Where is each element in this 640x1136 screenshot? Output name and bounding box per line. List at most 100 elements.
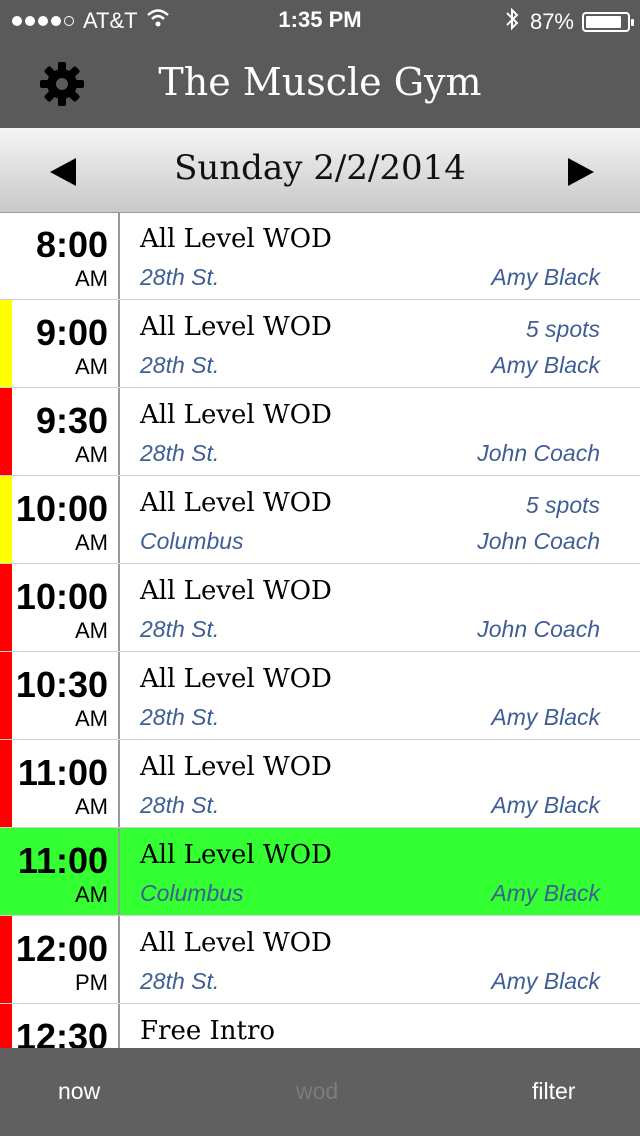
class-time: 12:00	[15, 928, 108, 969]
class-time: 9:00	[35, 312, 108, 353]
class-ampm: AM	[75, 266, 108, 291]
row-divider	[118, 828, 120, 915]
class-coach: Amy Black	[491, 792, 600, 818]
class-time: 10:30	[15, 664, 108, 705]
class-coach: Amy Black	[491, 704, 600, 730]
time-column: 9:30 AM	[12, 388, 118, 476]
class-location: 28th St.	[140, 440, 220, 466]
row-divider	[118, 1004, 120, 1048]
time-column: 11:00 AM	[12, 828, 118, 916]
schedule-row[interactable]: 10:30 AM All Level WOD 28th St. Amy Black	[0, 652, 640, 740]
class-time: 10:00	[15, 576, 108, 617]
class-name: All Level WOD	[140, 576, 332, 606]
status-stripe	[0, 476, 12, 563]
schedule-row[interactable]: 9:30 AM All Level WOD 28th St. John Coach	[0, 388, 640, 476]
row-divider	[118, 212, 120, 299]
schedule-row[interactable]: 10:00 AM All Level WOD 5 spots Columbus John …	[0, 476, 640, 564]
time-column: 12:00 PM	[12, 916, 118, 1004]
class-time: 8:00	[35, 224, 108, 265]
class-coach: John Coach	[477, 440, 600, 466]
row-divider	[118, 916, 120, 1003]
class-ampm: AM	[75, 530, 108, 555]
triangle-right-icon[interactable]	[560, 152, 600, 192]
time-column: 9:00 AM	[12, 300, 118, 388]
schedule-list[interactable]: 8:00 AM All Level WOD 28th St. Amy Black 9:00…	[0, 212, 640, 1048]
class-time: 11:00	[17, 840, 108, 881]
class-ampm: AM	[75, 442, 108, 467]
class-name: All Level WOD	[140, 488, 332, 518]
tab-wod[interactable]: wod	[296, 1078, 338, 1105]
class-location: 28th St.	[140, 352, 220, 378]
schedule-row[interactable]: 12:00 PM All Level WOD 28th St. Amy Black	[0, 916, 640, 1004]
class-location: 28th St.	[140, 792, 220, 818]
schedule-row[interactable]: 8:00 AM All Level WOD 28th St. Amy Black	[0, 212, 640, 300]
battery-icon	[582, 12, 634, 32]
row-divider	[118, 564, 120, 651]
class-ampm: AM	[75, 794, 108, 819]
class-time: 10:00	[15, 488, 108, 529]
navbar: The Muscle Gym	[0, 40, 640, 128]
row-divider	[118, 300, 120, 387]
time-column: 10:30 AM	[12, 652, 118, 740]
class-ampm: AM	[75, 706, 108, 731]
class-coach: Amy Black	[491, 352, 600, 378]
class-location: Columbus	[140, 528, 244, 554]
status-stripe	[0, 212, 12, 299]
class-name: All Level WOD	[140, 928, 332, 958]
status-stripe	[0, 564, 12, 651]
status-right: 87%	[504, 7, 634, 37]
class-name: All Level WOD	[140, 752, 332, 782]
class-ampm: AM	[75, 618, 108, 643]
class-time: 12:30	[15, 1016, 108, 1048]
class-ampm: AM	[75, 354, 108, 379]
tab-now[interactable]: now	[58, 1078, 100, 1105]
time-column: 8:00 AM	[12, 212, 118, 300]
status-stripe	[0, 828, 12, 915]
class-coach: Amy Black	[491, 264, 600, 290]
status-bar: AT&T 1:35 PM 87%	[0, 0, 640, 40]
row-divider	[118, 476, 120, 563]
class-name: All Level WOD	[140, 224, 332, 254]
class-location: 28th St.	[140, 968, 220, 994]
class-name: All Level WOD	[140, 312, 332, 342]
schedule-row[interactable]: 10:00 AM All Level WOD 28th St. John Coach	[0, 564, 640, 652]
spots-badge: 5 spots	[525, 316, 600, 342]
class-name: Free Intro	[140, 1016, 276, 1046]
date-bar: Sunday 2/2/2014	[0, 128, 640, 213]
time-column: 12:30	[12, 1004, 118, 1048]
class-coach: Amy Black	[491, 880, 600, 906]
status-stripe	[0, 652, 12, 739]
status-stripe	[0, 388, 12, 475]
class-time: 9:30	[35, 400, 108, 441]
class-time: 11:00	[17, 752, 108, 793]
app-title: The Muscle Gym	[158, 60, 482, 104]
status-stripe	[0, 916, 12, 1003]
class-name: All Level WOD	[140, 400, 332, 430]
battery-percent: 87%	[529, 9, 574, 34]
schedule-row[interactable]: 11:00 AM All Level WOD Columbus Amy Black	[0, 828, 640, 916]
tab-filter[interactable]: filter	[532, 1078, 575, 1105]
class-ampm: AM	[75, 882, 108, 907]
class-name: All Level WOD	[140, 840, 332, 870]
schedule-row[interactable]: 11:00 AM All Level WOD 28th St. Amy Black	[0, 740, 640, 828]
tab-bar: now wod filter	[0, 1048, 640, 1136]
row-divider	[118, 652, 120, 739]
row-divider	[118, 740, 120, 827]
spots-badge: 5 spots	[525, 492, 600, 518]
status-stripe	[0, 1004, 12, 1048]
class-coach: John Coach	[477, 616, 600, 642]
class-ampm: PM	[75, 970, 108, 995]
class-name: All Level WOD	[140, 664, 332, 694]
status-stripe	[0, 740, 12, 827]
time-column: 11:00 AM	[12, 740, 118, 828]
schedule-row[interactable]: 12:30 Free Intro	[0, 1004, 640, 1048]
class-coach: Amy Black	[491, 968, 600, 994]
class-coach: John Coach	[477, 528, 600, 554]
row-divider	[118, 388, 120, 475]
schedule-row[interactable]: 9:00 AM All Level WOD 5 spots 28th St. Amy Bl…	[0, 300, 640, 388]
time-column: 10:00 AM	[12, 564, 118, 652]
class-location: 28th St.	[140, 616, 220, 642]
current-date: Sunday 2/2/2014	[174, 148, 466, 188]
time-column: 10:00 AM	[12, 476, 118, 564]
class-location: 28th St.	[140, 704, 220, 730]
